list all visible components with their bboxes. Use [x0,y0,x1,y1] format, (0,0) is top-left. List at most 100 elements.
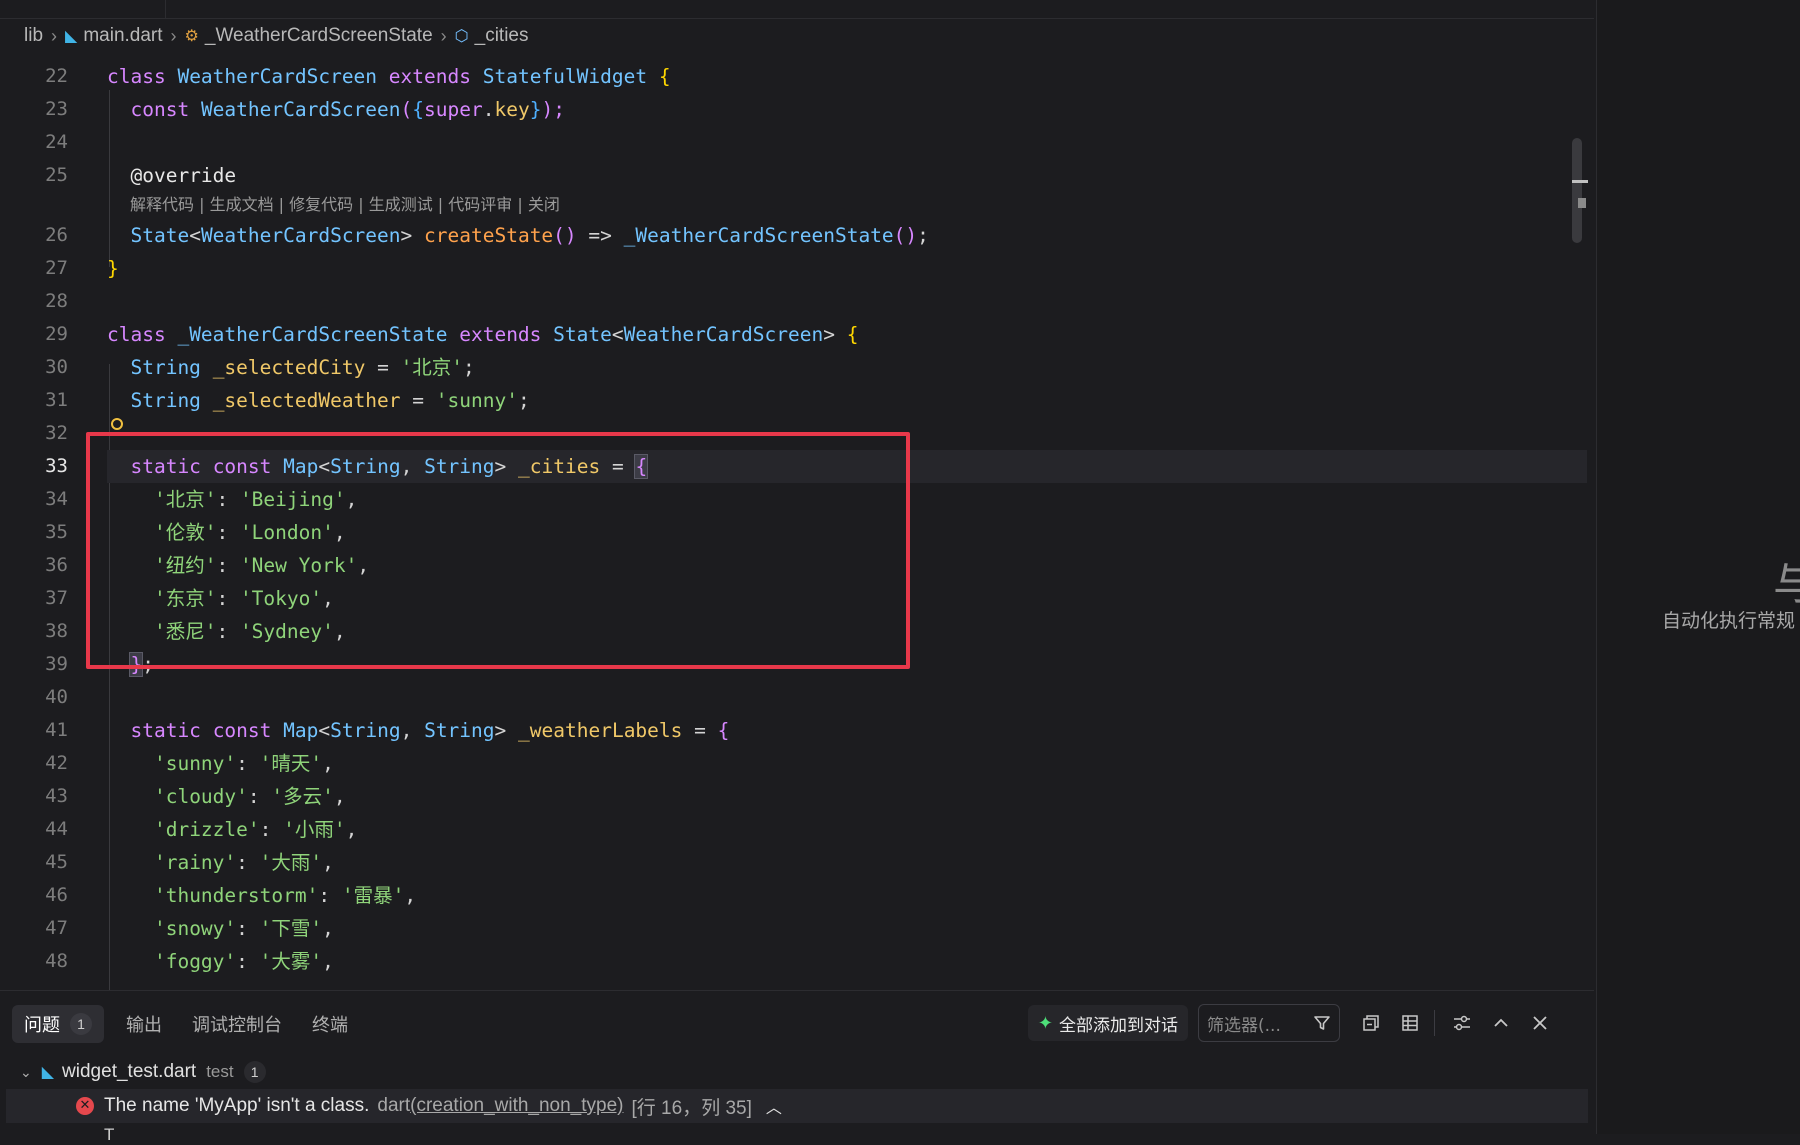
code-line: 23 const WeatherCardScreen({super.key}); [0,93,1594,126]
line-number: 34 [45,488,68,510]
code-text: static const Map<String, String> _weathe… [130,719,730,742]
code-text: 'cloudy': '多云', [153,785,346,808]
code-text: 'snowy': '下雪', [153,917,334,940]
filter-placeholder: 筛选器(... [1207,1015,1281,1036]
error-code-link[interactable]: (creation_with_non_type) [410,1095,623,1116]
error-source: dart(creation_with_non_type) [377,1095,624,1116]
bottom-panel: 问题 1 输出 调试控制台 终端 ✦ 全部添加到对话 筛选器(... ⌄ ◣ w… [0,990,1594,1144]
side-panel-glyph: 与 [1773,548,1800,612]
filter-input[interactable]: 筛选器(... [1198,1004,1340,1042]
tab-label: 问题 [24,1015,60,1036]
highlight-box [86,432,910,669]
breadcrumb: lib › ◣ main.dart › ⚙ _WeatherCardScreen… [24,22,528,50]
code-line: 26 State<WeatherCardScreen> createState(… [0,219,1594,252]
line-number: 24 [45,131,68,153]
tab-debug-console[interactable]: 调试控制台 [192,1011,282,1037]
add-all-label: 全部添加到对话 [1059,1015,1178,1036]
code-text: 'sunny': '晴天', [153,752,334,775]
chevron-right-icon: › [440,25,447,46]
codelens-actions[interactable]: 解释代码 | 生成文档 | 修复代码 | 生成测试 | 代码评审 | 关闭 [130,194,560,216]
problem-file-count: 1 [243,1061,266,1083]
problem-file-row[interactable]: ⌄ ◣ widget_test.dart test 1 [20,1057,266,1087]
add-all-to-chat-button[interactable]: ✦ 全部添加到对话 [1027,1005,1188,1041]
code-text: } [107,257,119,280]
close-icon[interactable] [1522,1005,1558,1041]
code-line: 44 'drizzle': '小雨', [0,813,1594,846]
code-text: class WeatherCardScreen extends Stateful… [107,65,671,88]
code-line: 24 [0,126,1594,159]
problem-file-path: test [206,1062,234,1081]
code-line: 41 static const Map<String, String> _wea… [0,714,1594,747]
scrollbar-thumb[interactable] [1572,138,1582,243]
chevron-up-icon[interactable] [1483,1005,1519,1041]
error-icon: ✕ [76,1097,94,1115]
code-text: 'rainy': '大雨', [153,851,334,874]
side-panel-hint: 自动化执行常规 [1662,610,1796,632]
line-number: 28 [45,290,68,312]
line-number: 38 [45,620,68,642]
code-text: 'foggy': '大雾', [153,950,334,973]
line-number: 29 [45,323,68,345]
code-line: 48 'foggy': '大雾', [0,945,1594,978]
code-line: 30 String _selectedCity = '北京'; [0,351,1594,384]
breadcrumb-field[interactable]: _cities [475,25,529,47]
line-number: 45 [45,851,68,873]
code-line: 45 'rainy': '大雨', [0,846,1594,879]
error-message: The name 'MyApp' isn't a class. [104,1095,370,1116]
chevron-right-icon: › [170,25,177,46]
line-number: 33 [45,455,68,477]
breadcrumb-class[interactable]: _WeatherCardScreenState [205,25,433,47]
code-line: 25 @override [0,159,1594,192]
breadcrumb-lib[interactable]: lib [24,25,43,47]
code-text: 'thunderstorm': '雷暴', [153,884,417,907]
code-text: 'drizzle': '小雨', [153,818,358,841]
chevron-up-icon[interactable]: ︿ [766,1094,782,1118]
table-icon[interactable] [1392,1005,1428,1041]
collapse-all-icon[interactable] [1353,1005,1389,1041]
breadcrumb-file[interactable]: main.dart [83,25,162,47]
class-icon: ⚙ [184,28,199,45]
code-text: const WeatherCardScreen({super.key}); [130,98,565,121]
tab-problems[interactable]: 问题 1 [12,1005,104,1043]
panel-tabs: 问题 1 输出 调试控制台 终端 [12,1005,378,1043]
code-text: @override [130,164,237,187]
line-number: 36 [45,554,68,576]
code-text: State<WeatherCardScreen> createState() =… [130,224,929,247]
line-number: 30 [45,356,68,378]
editor[interactable]: lib › ◣ main.dart › ⚙ _WeatherCardScreen… [0,0,1594,990]
line-number: 44 [45,818,68,840]
line-number: 40 [45,686,68,708]
problems-count-badge: 1 [70,1013,92,1035]
line-number: 39 [45,653,68,675]
line-number: 23 [45,98,68,120]
code-text: String _selectedWeather = 'sunny'; [130,389,530,412]
code-line: 31 String _selectedWeather = 'sunny'; [0,384,1594,417]
tab-terminal[interactable]: 终端 [312,1011,348,1037]
scrollbar-cursor-marker [1572,180,1588,183]
code-line: 43 'cloudy': '多云', [0,780,1594,813]
tab-output[interactable]: 输出 [126,1011,162,1037]
problem-file-name: widget_test.dart [62,1061,197,1082]
chevron-down-icon[interactable]: ⌄ [20,1064,32,1081]
line-number: 43 [45,785,68,807]
sparkle-icon: ✦ [1037,1012,1053,1034]
problem-item[interactable]: ✕ The name 'MyApp' isn't a class. dart(c… [6,1089,1588,1123]
filter-icon[interactable] [1313,1014,1331,1032]
lightbulb-icon[interactable] [111,418,123,430]
code-line: 27 } [0,252,1594,285]
chat-side-panel: 与 自动化执行常规 [1596,0,1800,1134]
code-line: 29 class _WeatherCardScreenState extends… [0,318,1594,351]
line-number: 47 [45,917,68,939]
chevron-right-icon: › [51,25,58,46]
code-line: 42 'sunny': '晴天', [0,747,1594,780]
toolbar-divider [1434,1010,1435,1036]
line-number: 22 [45,65,68,87]
line-number: 27 [45,257,68,279]
code-text: String _selectedCity = '北京'; [130,356,475,379]
settings-icon[interactable] [1444,1005,1480,1041]
panel-toolbar: ✦ 全部添加到对话 筛选器(... [1027,1003,1558,1043]
code-line: 46 'thunderstorm': '雷暴', [0,879,1594,912]
code-line: 40 [0,681,1594,714]
code-line: 47 'snowy': '下雪', [0,912,1594,945]
tab-bar-edge [0,0,1594,19]
